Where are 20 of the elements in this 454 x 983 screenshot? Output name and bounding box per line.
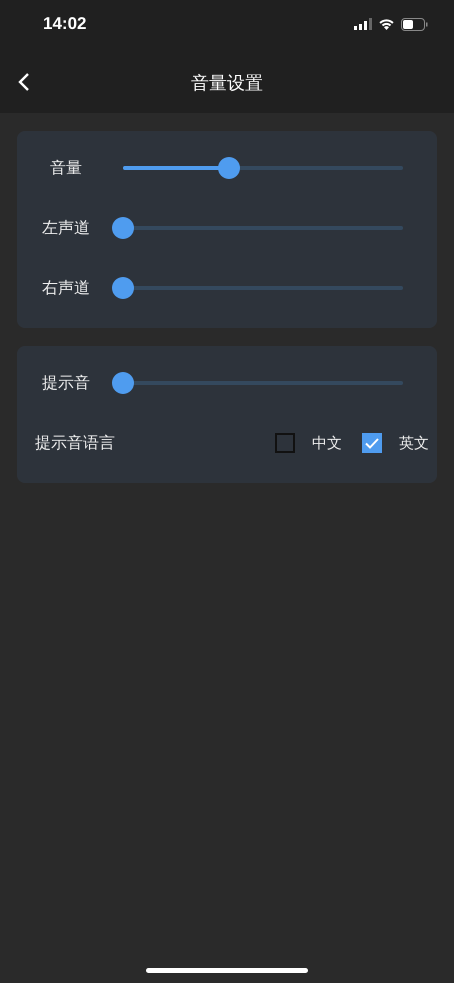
slider-label: 音量 — [49, 158, 83, 178]
checkmark-icon — [365, 438, 379, 448]
slider-thumb[interactable] — [218, 157, 240, 179]
slider-label: 左声道 — [41, 218, 91, 238]
slider-label: 提示音 — [41, 372, 91, 394]
back-icon — [16, 72, 32, 92]
slider-thumb[interactable] — [112, 277, 134, 299]
language-label: 提示音语言 — [35, 432, 116, 454]
status-time: 14:02 — [43, 14, 88, 34]
checkbox[interactable] — [362, 433, 382, 453]
battery-icon — [401, 18, 428, 30]
page-title: 音量设置 — [191, 72, 263, 94]
option-label: 英文 — [399, 434, 429, 452]
wifi-icon — [378, 18, 395, 30]
checkbox[interactable] — [275, 433, 295, 453]
slider-thumb[interactable] — [112, 372, 134, 394]
slider-thumb[interactable] — [112, 217, 134, 239]
option-label: 中文 — [312, 434, 342, 452]
slider-label: 右声道 — [41, 278, 91, 298]
signal-icon — [354, 18, 372, 30]
